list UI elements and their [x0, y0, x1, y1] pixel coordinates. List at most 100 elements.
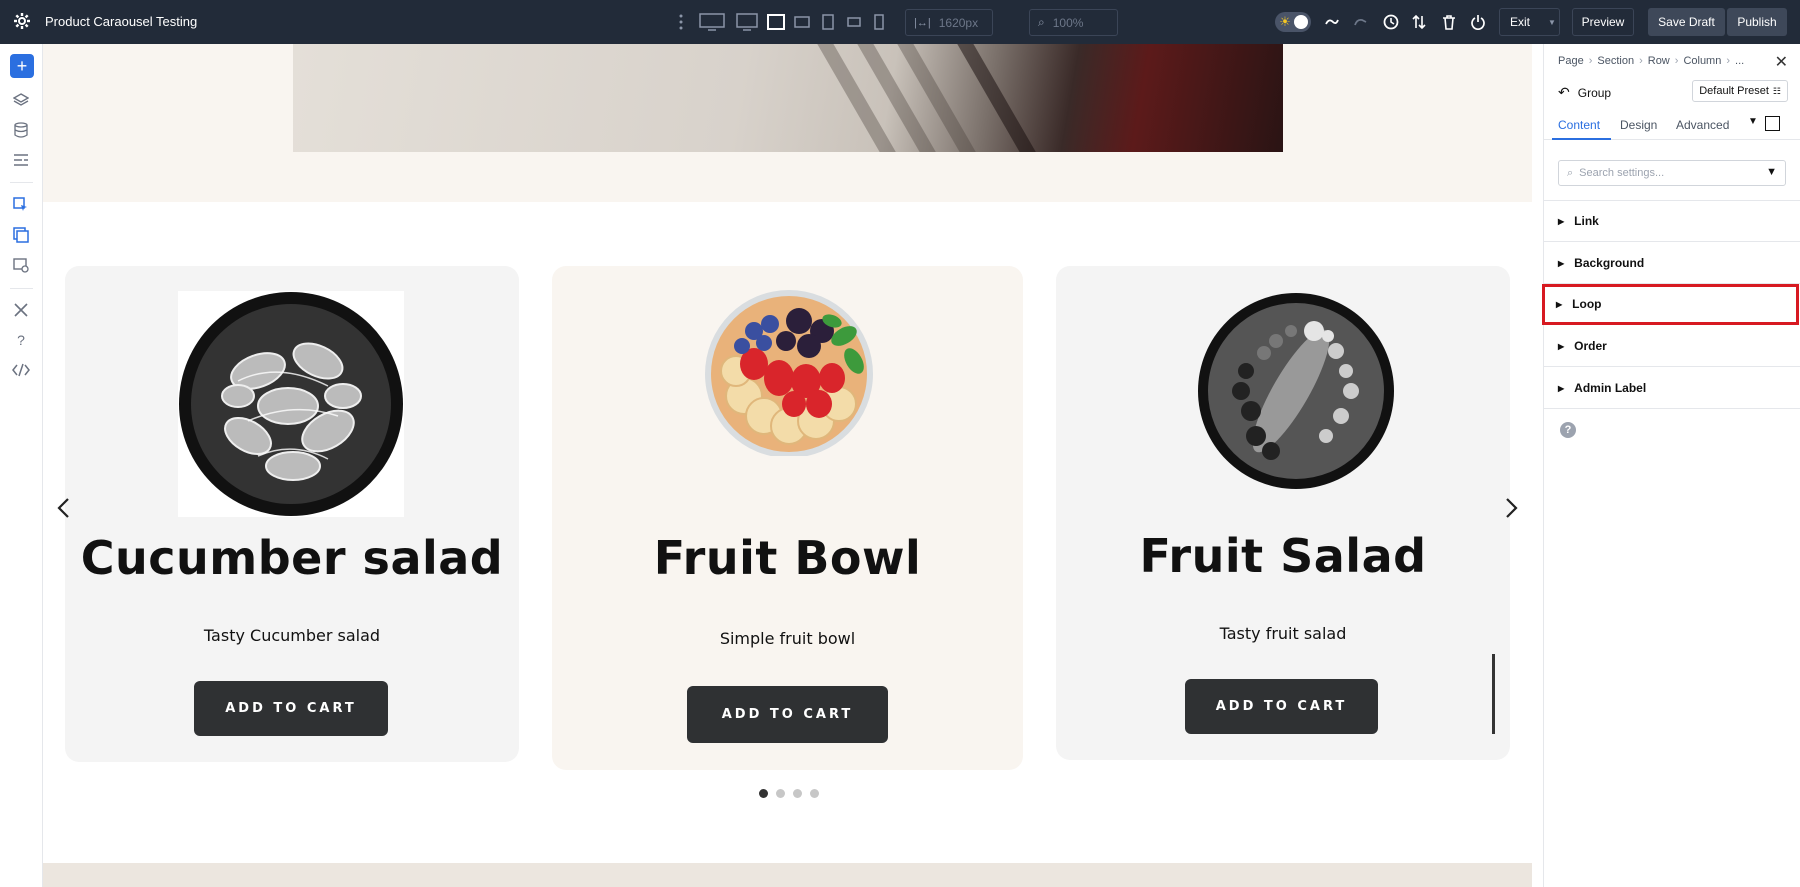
module-name: Group	[1577, 85, 1612, 100]
undo-icon[interactable]	[1323, 12, 1341, 32]
hero-section	[43, 44, 1532, 202]
next-section	[43, 863, 1532, 887]
product-name: Cucumber salad	[80, 531, 504, 585]
canvas-scrollbar[interactable]	[1492, 654, 1495, 734]
theme-builder-icon[interactable]	[11, 195, 31, 215]
section-loop[interactable]: ▶ Loop	[1542, 284, 1799, 325]
carousel-prev-arrow-icon[interactable]	[53, 496, 77, 520]
preview-button[interactable]: Preview	[1572, 8, 1634, 36]
theme-toggle[interactable]: ☀	[1275, 12, 1311, 32]
desktop-wide-icon[interactable]	[698, 12, 726, 32]
sidebar-divider	[10, 182, 33, 183]
tab-advanced[interactable]: Advanced	[1676, 118, 1729, 132]
carousel-pagination	[759, 789, 819, 798]
settings-gear-icon[interactable]	[12, 11, 32, 31]
add-to-cart-button[interactable]: ADD TO CART	[1185, 679, 1378, 734]
product-name: Fruit Salad	[1139, 529, 1427, 583]
section-background[interactable]: ▶ Background	[1544, 243, 1800, 284]
product-name: Fruit Bowl	[653, 531, 922, 585]
carousel-dot[interactable]	[759, 789, 768, 798]
carousel-next-arrow-icon[interactable]	[1498, 496, 1522, 520]
breadcrumb-column[interactable]: Column	[1683, 55, 1721, 67]
back-arrow-icon[interactable]: ↶	[1558, 84, 1570, 101]
layers-icon[interactable]	[11, 90, 31, 110]
more-vertical-icon[interactable]	[676, 12, 686, 32]
zoom-field[interactable]: ⌕ 100%	[1029, 9, 1118, 36]
product-description: Tasty Cucumber salad	[203, 626, 381, 645]
laptop-icon[interactable]	[767, 12, 785, 32]
breadcrumb-section[interactable]: Section	[1597, 55, 1634, 67]
expand-caret-icon: ▶	[1558, 258, 1565, 268]
publish-button[interactable]: Publish	[1727, 8, 1787, 36]
exit-button[interactable]: Exit ▼	[1499, 8, 1560, 36]
phone-icon[interactable]	[874, 12, 884, 32]
tab-dropdown-caret-icon[interactable]: ▼	[1748, 116, 1758, 127]
settings-panel: Page › Section › Row › Column › ... ✕ ↶ Grou…	[1542, 44, 1800, 887]
expand-caret-icon: ▶	[1558, 216, 1565, 226]
power-icon[interactable]	[1470, 12, 1486, 32]
section-admin-label[interactable]: ▶ Admin Label	[1544, 368, 1800, 409]
breadcrumb-page[interactable]: Page	[1558, 55, 1584, 67]
add-element-button[interactable]: +	[10, 54, 34, 78]
layout-icon[interactable]	[11, 150, 31, 170]
history-clock-icon[interactable]	[1382, 12, 1400, 32]
breadcrumb: Page › Section › Row › Column › ...	[1558, 55, 1745, 67]
search-icon: ⌕	[1567, 166, 1574, 179]
carousel-dot[interactable]	[776, 789, 785, 798]
section-link[interactable]: ▶ Link	[1544, 201, 1800, 242]
phone-landscape-icon[interactable]	[847, 12, 861, 32]
product-card: Cucumber salad Tasty Cucumber salad ADD …	[65, 266, 519, 762]
panel-tabs: Content Design Advanced ▼	[1544, 110, 1800, 140]
preset-selector[interactable]: Default Preset ☷	[1692, 80, 1788, 102]
product-card: Fruit Salad Tasty fruit salad ADD TO CAR…	[1056, 266, 1510, 760]
top-toolbar: Product Caraousel Testing |↔| 1620px ⌕ 1…	[0, 0, 1800, 44]
zoom-value: 100%	[1052, 15, 1084, 30]
section-label: Loop	[1572, 297, 1602, 311]
help-question-icon[interactable]: ?	[11, 330, 31, 350]
database-icon[interactable]	[11, 120, 31, 140]
redo-icon[interactable]	[1353, 12, 1369, 32]
help-icon[interactable]: ?	[1560, 422, 1576, 438]
search-placeholder: Search settings...	[1579, 167, 1665, 179]
page-templates-icon[interactable]	[11, 225, 31, 245]
carousel-dot[interactable]	[810, 789, 819, 798]
toggle-preview-box-icon[interactable]	[1765, 116, 1780, 131]
page-title: Product Caraousel Testing	[45, 14, 198, 29]
tablet-icon[interactable]	[822, 12, 834, 32]
product-description: Tasty fruit salad	[1219, 624, 1347, 643]
exit-label: Exit	[1510, 15, 1531, 29]
code-icon[interactable]	[11, 360, 31, 380]
tablet-landscape-icon[interactable]	[794, 12, 810, 32]
section-label: Background	[1574, 256, 1645, 270]
cucumber-salad-photo	[178, 291, 404, 517]
settings-search-input[interactable]: ⌕ Search settings... ▼	[1558, 160, 1786, 186]
canvas-width-field[interactable]: |↔| 1620px	[905, 9, 993, 36]
desktop-icon[interactable]	[736, 12, 758, 32]
close-icon[interactable]: ✕	[1775, 52, 1788, 72]
toggle-knob	[1294, 15, 1308, 29]
save-draft-button[interactable]: Save Draft	[1648, 8, 1725, 36]
module-header: ↶ Group	[1558, 84, 1611, 101]
breadcrumb-more[interactable]: ...	[1735, 55, 1744, 67]
tools-icon[interactable]	[11, 300, 31, 320]
carousel-dot[interactable]	[793, 789, 802, 798]
chevron-down-icon: ▼	[1548, 17, 1556, 27]
sort-arrows-icon[interactable]	[1411, 12, 1427, 32]
fruit-salad-photo	[1196, 291, 1396, 491]
expand-caret-icon: ▶	[1556, 299, 1563, 309]
preset-label: Default Preset	[1699, 85, 1769, 97]
product-card: Fruit Bowl Simple fruit bowl ADD TO CART	[552, 266, 1023, 770]
section-label: Admin Label	[1574, 381, 1647, 395]
page-canvas: Cucumber salad Tasty Cucumber salad ADD …	[43, 44, 1532, 887]
add-to-cart-button[interactable]: ADD TO CART	[194, 681, 388, 736]
filter-icon[interactable]: ▼	[1766, 166, 1777, 178]
product-description: Simple fruit bowl	[719, 629, 856, 648]
page-settings-icon[interactable]	[11, 255, 31, 275]
section-order[interactable]: ▶ Order	[1544, 326, 1800, 367]
tab-design[interactable]: Design	[1620, 118, 1657, 132]
hero-image	[293, 44, 1283, 152]
add-to-cart-button[interactable]: ADD TO CART	[687, 686, 888, 743]
tab-content[interactable]: Content	[1558, 118, 1600, 132]
breadcrumb-row[interactable]: Row	[1648, 55, 1670, 67]
trash-icon[interactable]	[1441, 12, 1457, 32]
